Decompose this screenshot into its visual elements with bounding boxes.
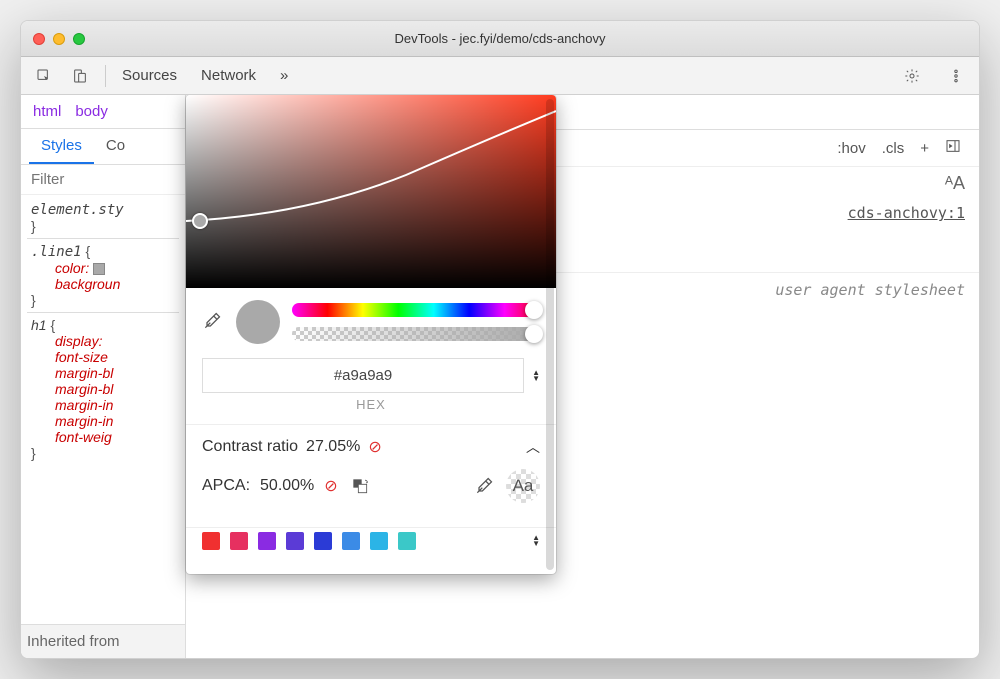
eyedropper-icon[interactable] — [202, 311, 224, 333]
scrollbar[interactable] — [546, 99, 554, 570]
swatch[interactable] — [258, 532, 276, 550]
palette-row: ▲▼ — [202, 528, 540, 562]
css-rules: element.sty } .line1 { color: backgroun … — [21, 195, 185, 624]
selector: .line1 — [31, 244, 82, 260]
swatch[interactable] — [314, 532, 332, 550]
left-column: html body Styles Co element.sty } .line1… — [21, 95, 186, 658]
prohibited-icon: ⊘ — [324, 476, 337, 496]
swatch[interactable] — [202, 532, 220, 550]
text-preview-icon[interactable]: Aa — [506, 469, 540, 503]
eyedropper-icon[interactable] — [472, 474, 496, 498]
new-rule-button[interactable]: + — [912, 138, 937, 159]
close-icon[interactable] — [33, 33, 45, 45]
hex-input[interactable]: #a9a9a9 — [202, 358, 524, 393]
contrast-label: Contrast ratio — [202, 438, 298, 456]
color-swatch[interactable] — [93, 263, 105, 275]
tab-sources[interactable]: Sources — [122, 67, 177, 84]
filter-row — [21, 165, 185, 195]
apca-value: 50.00% — [260, 477, 314, 495]
filter-input[interactable] — [31, 171, 175, 188]
crumb-body[interactable]: body — [75, 103, 108, 120]
format-label: HEX — [202, 397, 540, 412]
chevron-up-icon[interactable]: ︿ — [526, 437, 540, 457]
device-icon[interactable] — [65, 63, 95, 89]
contrast-ratio-row[interactable]: Contrast ratio 27.05% ⊘ ︿ — [202, 425, 540, 457]
tab-styles[interactable]: Styles — [29, 129, 94, 164]
inherited-label: Inherited from — [21, 624, 185, 658]
palette-stepper[interactable]: ▲▼ — [532, 535, 540, 547]
tab-network[interactable]: Network — [201, 67, 256, 84]
swatch[interactable] — [286, 532, 304, 550]
swatch[interactable] — [398, 532, 416, 550]
sv-thumb[interactable] — [192, 213, 208, 229]
prohibited-icon: ⊘ — [368, 437, 381, 457]
rule-element-style[interactable]: element.sty } — [27, 197, 179, 239]
traffic-lights — [33, 33, 85, 45]
rule-line1[interactable]: .line1 { color: backgroun } — [27, 239, 179, 313]
apca-label: APCA: — [202, 477, 250, 495]
content-area: html body Styles Co element.sty } .line1… — [21, 95, 979, 658]
tab-computed-cut[interactable]: Co — [94, 129, 137, 164]
saturation-value-area[interactable] — [186, 95, 556, 288]
apca-row: APCA: 50.00% ⊘ Aa — [202, 457, 540, 515]
titlebar: DevTools - jec.fyi/demo/cds-anchovy — [21, 21, 979, 57]
swatch[interactable] — [370, 532, 388, 550]
alpha-thumb[interactable] — [525, 325, 543, 343]
crumb-html[interactable]: html — [33, 103, 61, 120]
devtools-window: DevTools - jec.fyi/demo/cds-anchovy Sour… — [20, 20, 980, 659]
contrast-value: 27.05% — [306, 438, 360, 456]
hue-slider[interactable] — [292, 303, 540, 317]
minimize-icon[interactable] — [53, 33, 65, 45]
swatch[interactable] — [342, 532, 360, 550]
kebab-icon[interactable] — [941, 63, 971, 89]
hov-button[interactable]: :hov — [829, 138, 873, 159]
hue-thumb[interactable] — [525, 301, 543, 319]
breadcrumb: html body — [21, 95, 185, 129]
sidebar-toggle-icon[interactable] — [937, 136, 969, 160]
selector: element.sty — [31, 202, 124, 218]
panel-tabs: Sources Network » — [122, 67, 891, 84]
format-stepper[interactable]: ▲▼ — [532, 370, 540, 382]
inspect-icon[interactable] — [29, 63, 59, 89]
separator — [105, 65, 106, 87]
swap-colors-icon[interactable] — [348, 474, 372, 498]
tabs-overflow[interactable]: » — [280, 67, 288, 84]
main-toolbar: Sources Network » — [21, 57, 979, 95]
current-color-circle — [236, 300, 280, 344]
window-title: DevTools - jec.fyi/demo/cds-anchovy — [395, 31, 606, 46]
alpha-slider[interactable] — [292, 327, 540, 341]
zoom-icon[interactable] — [73, 33, 85, 45]
selector: h1 — [31, 317, 47, 333]
color-picker: #a9a9a9 ▲▼ HEX Contrast ratio 27.05% ⊘ ︿… — [186, 95, 556, 574]
swatch[interactable] — [230, 532, 248, 550]
rule-h1[interactable]: h1 { display: font-size margin-bl margin… — [27, 313, 179, 465]
styles-subtabs: Styles Co — [21, 129, 185, 165]
cls-button[interactable]: .cls — [874, 138, 913, 159]
gear-icon[interactable] — [897, 63, 927, 89]
